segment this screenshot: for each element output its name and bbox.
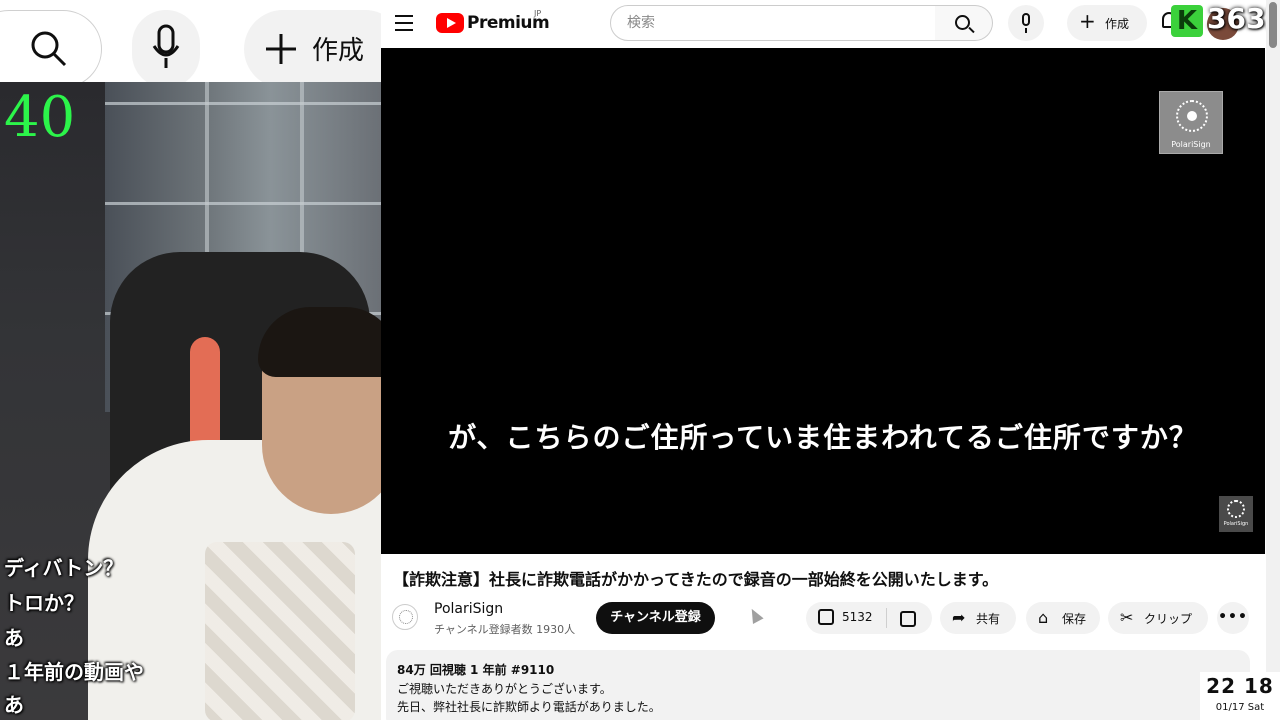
zoomed-create-label: 作成 (312, 36, 365, 66)
channel-watermark-small[interactable]: PolariSign (1219, 496, 1253, 532)
scissors-icon: ✂ (1120, 608, 1134, 627)
search-icon (955, 15, 970, 30)
save-button[interactable]: ⌂ 保存 (1026, 602, 1100, 634)
webcam-overlay: 40 ディバトン？ トロか？ あ １年前の動画や あ (0, 82, 381, 720)
subscribe-button[interactable]: チャンネル登録 (596, 602, 715, 634)
description-line: ご視聴いただきありがとうございます。 (397, 682, 612, 696)
plus-icon (266, 34, 296, 64)
channel-watermark: PolariSign (1159, 91, 1223, 154)
youtube-header: Premium JP + 作成 K 3632 (381, 0, 1280, 48)
search-button[interactable] (935, 5, 993, 41)
voice-search-button[interactable] (1008, 5, 1044, 41)
channel-name[interactable]: PolariSign (434, 601, 503, 617)
share-label: 共有 (976, 612, 1001, 626)
description-line: 先日、弊社社長に詐欺師より電話がありました。 (397, 700, 661, 714)
zoomed-search-button (0, 10, 102, 82)
create-label: 作成 (1105, 17, 1130, 31)
clock-date: 01/17 Sat (1215, 702, 1265, 713)
menu-icon[interactable] (395, 15, 413, 31)
create-button[interactable]: + 作成 (1067, 5, 1147, 41)
more-actions-button[interactable]: ••• (1217, 602, 1249, 634)
thumbs-down-icon[interactable] (900, 611, 916, 627)
watermark-label: PolariSign (1223, 521, 1249, 527)
clock-overlay: 22 18 01/17 Sat (1200, 672, 1280, 720)
video-title: 【詐欺注意】社長に詐欺電話がかかってきたので録音の一部始終を公開いたします。 (393, 570, 999, 589)
microphone-icon (1022, 13, 1030, 26)
clock-time: 22 18 (1206, 674, 1274, 698)
view-stats: 84万 回視聴 1 年前 #9110 (397, 663, 555, 677)
plus-icon: + (1079, 9, 1096, 33)
save-label: 保存 (1062, 612, 1087, 626)
youtube-logo-icon[interactable] (436, 13, 464, 33)
viewer-counter: 40 (4, 85, 76, 150)
video-description[interactable]: 84万 回視聴 1 年前 #9110 ご視聴いただきありがとうございます。 先日… (386, 650, 1250, 720)
like-count[interactable]: 5132 (842, 610, 873, 624)
zoomed-toolbar-overlay: 作成 (0, 0, 381, 82)
channel-subscriber-count: チャンネル登録者数 1930人 (434, 623, 576, 636)
scrollbar-thumb[interactable] (1269, 2, 1277, 48)
shelf-line (105, 102, 381, 105)
shirt-print (205, 542, 355, 720)
search-icon (31, 31, 67, 67)
mouse-cursor-icon (746, 606, 764, 624)
polarisign-logo-icon (1176, 100, 1208, 132)
microphone-icon (152, 24, 180, 68)
video-player[interactable]: PolariSign が、こちらのご住所っていま住まわれてるご住所ですか？ Po… (381, 48, 1265, 554)
chat-comment: トロか？ (4, 591, 84, 615)
shelf-line (105, 202, 381, 205)
chat-comment: あ (4, 693, 24, 717)
search-field[interactable] (610, 5, 936, 41)
watermark-label: PolariSign (1171, 140, 1211, 149)
bookmark-icon: ⌂ (1038, 608, 1049, 627)
share-icon: ➦ (952, 608, 966, 627)
chat-comment: ディバトン？ (4, 556, 124, 580)
search-input[interactable] (611, 6, 935, 40)
zoomed-mic-button (132, 10, 200, 82)
share-button[interactable]: ➦ 共有 (940, 602, 1016, 634)
channel-avatar[interactable] (392, 604, 418, 630)
chat-comment: あ (4, 626, 24, 650)
region-label: JP (534, 9, 542, 18)
more-icon: ••• (1218, 609, 1248, 625)
thumbs-up-icon[interactable] (818, 609, 834, 625)
chat-comment: １年前の動画や (4, 660, 144, 684)
polarisign-logo-icon (1227, 500, 1245, 518)
video-subtitle: が、こちらのご住所っていま住まわれてるご住所ですか？ (448, 421, 1198, 454)
page-scrollbar[interactable] (1266, 0, 1280, 720)
clip-button[interactable]: ✂ クリップ (1108, 602, 1208, 634)
kick-badge-icon: K (1171, 5, 1203, 37)
chair-stripe (190, 337, 220, 457)
clip-label: クリップ (1144, 612, 1193, 626)
like-dislike-group: 5132 (806, 602, 932, 634)
